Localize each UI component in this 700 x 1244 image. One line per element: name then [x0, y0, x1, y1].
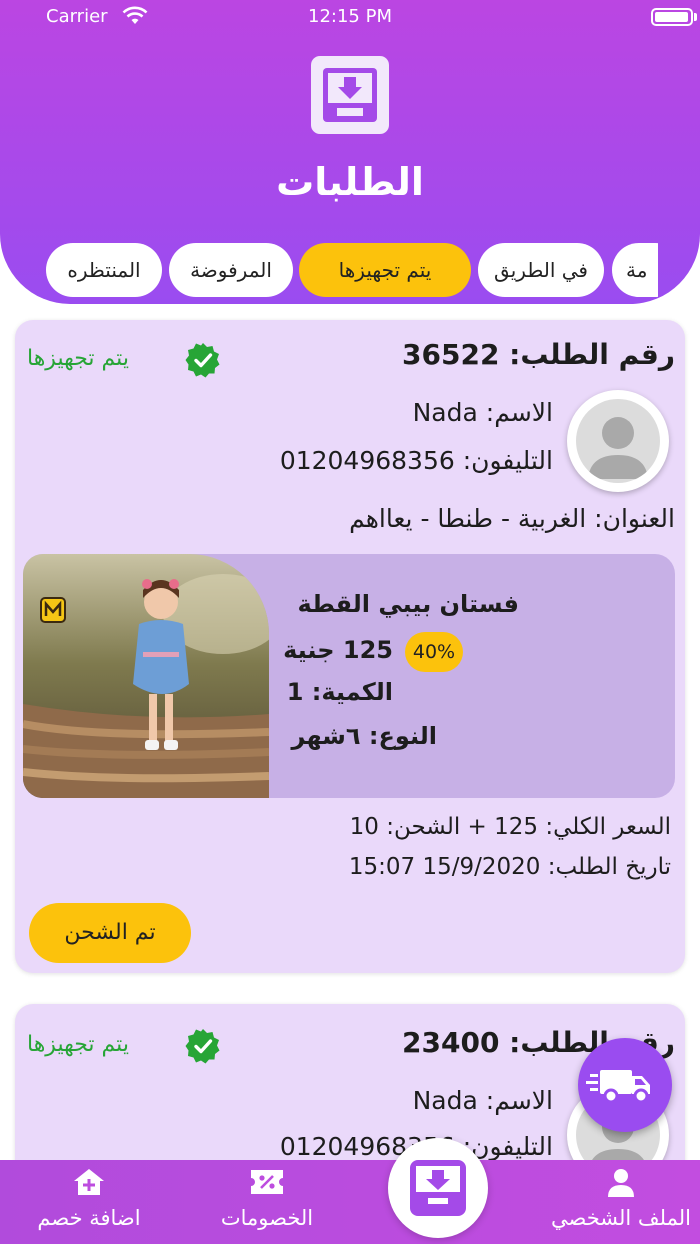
person-placeholder-icon — [588, 417, 648, 479]
product-image — [23, 554, 269, 798]
tab-pending[interactable]: المنتظره — [46, 243, 162, 297]
delivery-truck-icon — [586, 1070, 650, 1104]
product-quantity: الكمية: 1 — [286, 678, 393, 706]
status-label: يتم تجهيزها — [27, 346, 129, 371]
product-name: فستان بيبي القطة — [297, 590, 519, 618]
customer-name: الاسم: Nada — [412, 398, 553, 427]
nav-add-discount[interactable]: اضافة خصم — [26, 1160, 152, 1244]
tab-completed[interactable]: مة — [612, 243, 658, 297]
verified-badge-icon — [185, 1029, 220, 1064]
clock: 12:15 PM — [308, 6, 392, 27]
tab-rejected[interactable]: المرفوضة — [169, 243, 293, 297]
product-type: النوع: ٦شهر — [291, 722, 437, 750]
order-card[interactable]: رقم الطلب: 36522 يتم تجهيزها الاسم: Nada… — [15, 320, 685, 973]
product-price: 125 جنية — [283, 636, 393, 664]
status-label: يتم تجهيزها — [27, 1032, 129, 1057]
add-home-icon — [74, 1169, 104, 1195]
inbox-download-icon — [410, 1160, 466, 1216]
order-date: تاريخ الطلب: 15/9/2020 15:07 — [348, 854, 671, 880]
nav-add-discount-label: اضافة خصم — [37, 1206, 141, 1230]
status-bar: Carrier 12:15 PM — [0, 0, 700, 36]
discount-badge: 40% — [405, 632, 463, 672]
person-icon — [608, 1169, 634, 1197]
app-header: Carrier 12:15 PM الطلبات مة في الطريق يت… — [0, 0, 700, 304]
avatar — [567, 390, 669, 492]
nav-discounts[interactable]: الخصومات — [200, 1160, 334, 1244]
nav-orders-button[interactable] — [388, 1138, 488, 1238]
nav-discounts-label: الخصومات — [220, 1206, 314, 1230]
battery-tip — [694, 13, 697, 21]
customer-address: العنوان: الغربية - طنطا - يعااهم — [349, 504, 675, 533]
bottom-navigation: الملف الشخصي الخصومات اضافة خصم — [0, 1160, 700, 1244]
order-total: السعر الكلي: 125 + الشحن: 10 — [349, 814, 671, 840]
page-title: الطلبات — [276, 160, 424, 204]
order-number: رقم الطلب: 36522 — [402, 338, 675, 371]
status-tabs: مة في الطريق يتم تجهيزها المرفوضة المنتظ… — [46, 243, 658, 299]
tab-on-the-way[interactable]: في الطريق — [478, 243, 604, 297]
inbox-download-icon — [311, 56, 389, 134]
delivery-truck-button[interactable] — [578, 1038, 672, 1132]
battery-icon — [651, 8, 693, 26]
discount-ticket-icon — [251, 1170, 283, 1194]
product-item[interactable]: فستان بيبي القطة 40% 125 جنية الكمية: 1 … — [23, 554, 675, 798]
customer-phone: التليفون: 01204968356 — [279, 446, 553, 475]
tab-preparing[interactable]: يتم تجهيزها — [299, 243, 471, 297]
customer-name: الاسم: Nada — [412, 1086, 553, 1115]
nav-profile[interactable]: الملف الشخصي — [546, 1160, 696, 1244]
nav-profile-label: الملف الشخصي — [551, 1206, 691, 1230]
verified-badge-icon — [185, 343, 220, 378]
mark-shipped-button[interactable]: تم الشحن — [29, 903, 191, 963]
